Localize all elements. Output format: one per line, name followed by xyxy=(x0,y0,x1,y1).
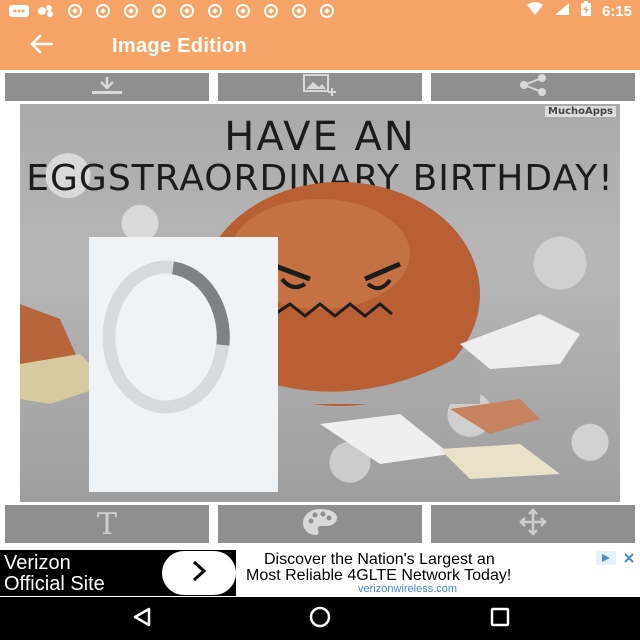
nav-recents-button[interactable] xyxy=(478,601,522,637)
ad-advertiser-tagline: Official Site xyxy=(4,573,105,595)
soccer-ball-icon xyxy=(176,4,198,18)
text-icon: T xyxy=(96,506,117,542)
soccer-ball-icon xyxy=(148,4,170,18)
download-icon xyxy=(90,75,124,100)
back-arrow-icon xyxy=(30,34,54,59)
signal-icon xyxy=(554,2,570,21)
nav-back-icon xyxy=(131,606,153,633)
soccer-ball-icon xyxy=(64,4,86,18)
app-icon xyxy=(36,4,58,18)
system-icons: 6:15 xyxy=(526,0,632,22)
share-button[interactable] xyxy=(431,73,635,101)
ad-arrow-button[interactable] xyxy=(162,551,236,595)
loading-dialog xyxy=(89,237,278,492)
color-palette-button[interactable] xyxy=(218,505,422,543)
battery-charging-icon xyxy=(580,0,592,22)
app-bar: Image Edition xyxy=(0,22,640,70)
soccer-ball-icon xyxy=(232,4,254,18)
soccer-ball-icon xyxy=(120,4,142,18)
page-title: Image Edition xyxy=(112,34,248,57)
loading-spinner-icon xyxy=(102,260,230,414)
status-time: 6:15 xyxy=(601,2,632,20)
add-image-icon xyxy=(298,73,342,102)
share-icon xyxy=(516,73,550,102)
ad-url: verizonwireless.com xyxy=(358,583,458,595)
soccer-ball-icon xyxy=(204,4,226,18)
soccer-ball-icon xyxy=(92,4,114,18)
ad-banner[interactable]: Verizon Official Site Discover the Natio… xyxy=(0,550,640,596)
wifi-icon xyxy=(526,1,544,21)
move-icon xyxy=(513,507,553,542)
soccer-ball-icon xyxy=(288,4,310,18)
download-button[interactable] xyxy=(5,73,209,101)
soccer-ball-icon xyxy=(316,4,338,18)
screen: 6:15 Image Edition MuchoApps HAVE AN EGG… xyxy=(0,0,640,640)
notification-icons xyxy=(8,4,338,18)
ad-close-icon[interactable] xyxy=(620,551,638,565)
chevron-right-icon xyxy=(189,559,209,588)
back-button[interactable] xyxy=(0,22,84,70)
nav-recents-icon xyxy=(489,606,511,633)
soccer-ball-icon xyxy=(260,4,282,18)
nav-home-button[interactable] xyxy=(298,601,342,637)
nav-home-icon xyxy=(308,605,332,634)
message-icon xyxy=(8,4,30,18)
move-button[interactable] xyxy=(431,505,635,543)
ad-choices-icon[interactable] xyxy=(596,551,616,565)
palette-icon xyxy=(300,507,340,542)
navigation-bar xyxy=(0,597,640,640)
status-bar: 6:15 xyxy=(0,0,640,22)
nav-back-button[interactable] xyxy=(120,601,164,637)
add-text-button[interactable]: T xyxy=(5,505,209,543)
ad-advertiser-name: Verizon xyxy=(4,552,71,574)
add-image-button[interactable] xyxy=(218,73,422,101)
